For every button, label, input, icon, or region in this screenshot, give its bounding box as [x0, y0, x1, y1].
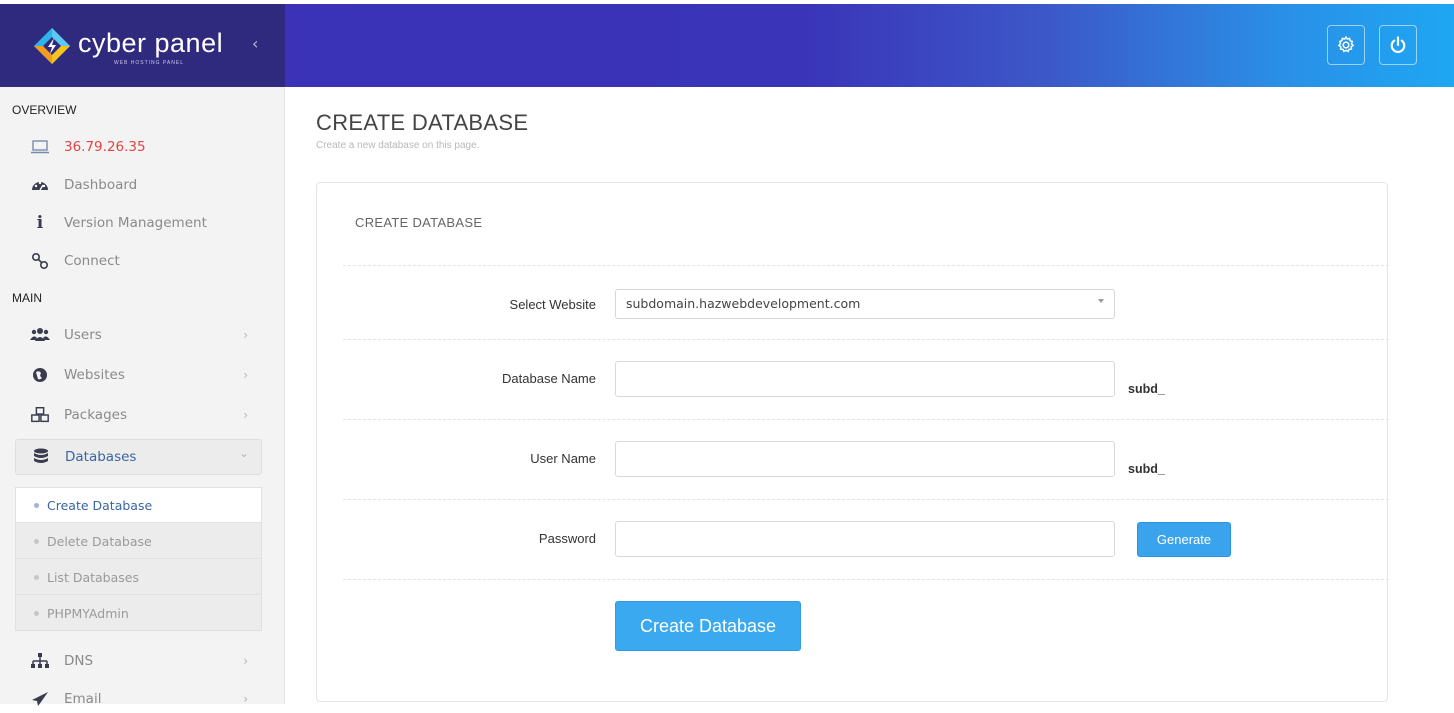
top-header: cyber panel WEB HOSTING PANEL ‹ [0, 4, 1454, 87]
bullet-icon [34, 502, 39, 508]
bullet-icon [34, 538, 39, 544]
sidebar-item-label: Email [64, 691, 102, 707]
password-label: Password [538, 531, 596, 546]
website-select-value: subdomain.hazwebdevelopment.com [626, 296, 861, 311]
sidebar-item-label: Users [64, 327, 102, 343]
sitemap-icon [30, 651, 50, 671]
user-name-prefix: subd_ [1128, 462, 1165, 476]
dashboard-icon [30, 175, 50, 195]
sidebar-item-server-ip[interactable]: 36.79.26.35 [30, 133, 260, 161]
brand-name: cyber panel [78, 28, 224, 58]
chevron-right-icon: › [243, 408, 248, 422]
info-icon: i [36, 213, 44, 233]
database-icon [31, 447, 51, 467]
database-name-label: Database Name [502, 371, 596, 386]
settings-button[interactable] [1327, 25, 1365, 65]
divider [343, 499, 1389, 500]
sidebar-item-label: Databases [65, 449, 137, 465]
sidebar-item-databases[interactable]: Databases ⌄ [15, 439, 262, 475]
panel-title: CREATE DATABASE [355, 215, 483, 230]
website-select[interactable]: subdomain.hazwebdevelopment.com [615, 289, 1115, 319]
database-name-input[interactable] [615, 361, 1115, 397]
submenu-label: Delete Database [47, 533, 152, 549]
logout-button[interactable] [1379, 25, 1417, 65]
users-icon [30, 325, 50, 345]
chevron-right-icon: › [243, 654, 248, 668]
submenu-label: List Databases [47, 569, 139, 585]
create-database-panel: CREATE DATABASE Select Website subdomain… [316, 182, 1389, 702]
sidebar-item-label: 36.79.26.35 [64, 139, 146, 155]
chevron-down-icon: ⌄ [238, 446, 249, 460]
globe-icon [30, 365, 50, 385]
sidebar-item-dns[interactable]: DNS › [30, 647, 260, 675]
gear-icon [1337, 35, 1355, 53]
sidebar-item-label: DNS [64, 653, 94, 669]
generate-password-button[interactable]: Generate [1137, 522, 1231, 557]
chevron-right-icon: › [243, 368, 248, 382]
page-title: CREATE DATABASE [316, 110, 529, 135]
database-name-prefix: subd_ [1128, 382, 1165, 396]
sidebar-item-label: Dashboard [64, 177, 138, 193]
user-name-input[interactable] [615, 441, 1115, 477]
laptop-icon [30, 137, 50, 157]
bullet-icon [34, 574, 39, 580]
page-subtitle: Create a new database on this page. [316, 140, 480, 151]
databases-submenu: Create Database Delete Database List Dat… [15, 487, 262, 631]
link-icon [30, 251, 50, 271]
sidebar-item-packages[interactable]: Packages › [30, 401, 260, 429]
sidebar-item-label: Websites [64, 367, 125, 383]
cubes-icon [30, 405, 50, 425]
paper-plane-icon [30, 689, 50, 709]
sidebar-item-connect[interactable]: Connect [30, 247, 260, 275]
user-name-label: User Name [530, 451, 596, 466]
sidebar-item-label: Version Management [64, 215, 207, 231]
caret-down-icon [1098, 299, 1104, 303]
create-database-button[interactable]: Create Database [615, 601, 801, 651]
sidebar-item-label: Packages [64, 407, 127, 423]
submenu-label: Create Database [47, 497, 153, 513]
bullet-icon [34, 611, 39, 616]
sidebar-section-main: MAIN [12, 291, 42, 305]
sidebar-item-users[interactable]: Users › [30, 321, 260, 349]
sidebar-item-dashboard[interactable]: Dashboard [30, 171, 260, 199]
sidebar-section-overview: OVERVIEW [12, 103, 77, 117]
submenu-label: PHPMYAdmin [47, 606, 129, 621]
chevron-right-icon: › [243, 328, 248, 342]
submenu-create-database[interactable]: Create Database [16, 488, 261, 523]
sidebar-item-email[interactable]: Email › [30, 685, 260, 713]
power-icon [1390, 36, 1406, 53]
sidebar: OVERVIEW 36.79.26.35 Dashboard i Version… [0, 87, 285, 707]
submenu-list-databases[interactable]: List Databases [16, 560, 261, 595]
cyberpanel-logo-icon [34, 28, 70, 64]
password-input[interactable] [615, 521, 1115, 557]
submenu-phpmyadmin[interactable]: PHPMYAdmin [16, 596, 261, 631]
divider [343, 339, 1389, 340]
divider [343, 419, 1389, 420]
divider [343, 579, 1389, 580]
select-website-label: Select Website [509, 297, 596, 312]
submenu-delete-database[interactable]: Delete Database [16, 524, 261, 559]
brand-area: cyber panel WEB HOSTING PANEL ‹ [0, 4, 285, 87]
divider [343, 265, 1389, 266]
sidebar-item-label: Connect [64, 253, 120, 269]
sidebar-item-version-management[interactable]: i Version Management [30, 209, 260, 237]
sidebar-item-websites[interactable]: Websites › [30, 361, 260, 389]
brand-tagline: WEB HOSTING PANEL [114, 60, 184, 66]
sidebar-collapse-button[interactable]: ‹ [252, 34, 258, 53]
